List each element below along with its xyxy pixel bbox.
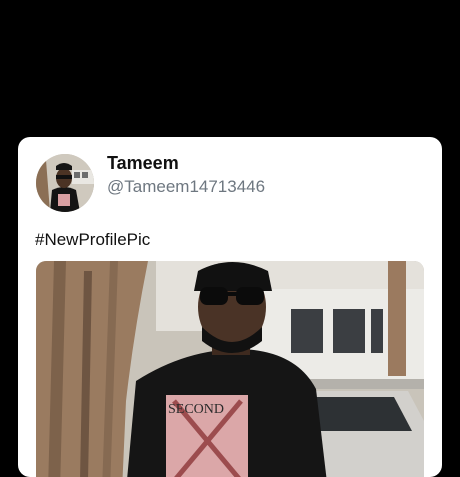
author-handle[interactable]: @Tameem14713446	[107, 177, 265, 197]
avatar-photo	[36, 154, 94, 212]
author-name[interactable]: Tameem	[107, 153, 179, 174]
tweet-card[interactable]: Tameem @Tameem14713446 #NewProfilePic SE…	[18, 137, 442, 477]
author-avatar[interactable]	[36, 154, 94, 212]
tweet-hashtag[interactable]: #NewProfilePic	[35, 230, 150, 250]
tweet-media[interactable]: SECOND	[36, 261, 424, 477]
tweet-photo: SECOND	[36, 261, 424, 477]
shirt-print: SECOND	[168, 402, 224, 417]
